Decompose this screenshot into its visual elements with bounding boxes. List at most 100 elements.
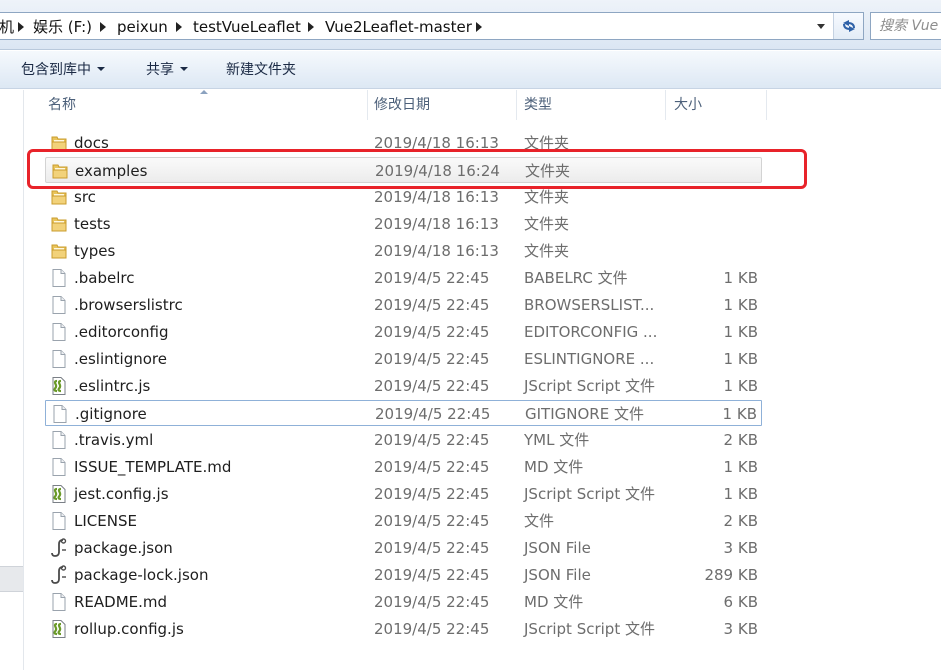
file-type: ESLINTIGNORE ...: [524, 350, 655, 368]
search-input[interactable]: [879, 16, 941, 36]
file-row[interactable]: .babelrc 2019/4/5 22:45 BABELRC 文件 1 KB: [45, 265, 762, 291]
file-name: .editorconfig: [74, 323, 169, 341]
file-icon: [50, 430, 68, 450]
file-row[interactable]: types 2019/4/18 16:13 文件夹: [45, 238, 762, 264]
address-bar[interactable]: 机 娱乐 (F:) peixun testVueLeaflet Vue2Leaf…: [0, 12, 864, 40]
breadcrumb-separator-icon[interactable]: [303, 17, 319, 37]
script-icon: [50, 619, 68, 639]
file-name: .gitignore: [75, 405, 147, 423]
refresh-icon: [843, 20, 855, 32]
breadcrumb-separator-icon[interactable]: [95, 17, 111, 37]
include-in-library-button[interactable]: 包含到库中: [21, 60, 105, 80]
file-size: 1 KB: [723, 350, 758, 368]
column-header-date[interactable]: 修改日期: [374, 90, 430, 120]
column-divider[interactable]: [665, 90, 666, 120]
file-name: types: [74, 242, 116, 260]
file-icon: [51, 404, 69, 424]
refresh-button[interactable]: [833, 13, 863, 39]
column-divider[interactable]: [367, 90, 368, 120]
file-date: 2019/4/5 22:45: [374, 512, 490, 530]
file-date: 2019/4/18 16:13: [374, 242, 499, 260]
file-row[interactable]: .eslintrc.js 2019/4/5 22:45 JScript Script…: [45, 373, 762, 399]
file-row[interactable]: docs 2019/4/18 16:13 文件夹: [45, 130, 762, 156]
file-type: YML 文件: [524, 431, 590, 449]
file-date: 2019/4/5 22:45: [374, 377, 490, 395]
file-type: JSON File: [524, 566, 591, 584]
sort-ascending-icon: [200, 90, 208, 94]
breadcrumb-separator-icon[interactable]: [171, 17, 187, 37]
file-icon: [50, 322, 68, 342]
file-size: 3 KB: [723, 539, 758, 557]
navigation-pane[interactable]: [0, 90, 24, 670]
file-size: 289 KB: [704, 566, 758, 584]
file-name: jest.config.js: [74, 485, 169, 503]
file-name: .browserslistrc: [74, 296, 183, 314]
breadcrumb-peixun[interactable]: peixun: [117, 17, 168, 37]
file-date: 2019/4/18 16:13: [374, 134, 499, 152]
column-header-size[interactable]: 大小: [674, 90, 702, 120]
file-type: 文件: [524, 512, 555, 530]
file-date: 2019/4/5 22:45: [374, 323, 490, 341]
column-headers: 名称 修改日期 类型 大小: [25, 90, 941, 120]
file-type: GITIGNORE 文件: [525, 405, 644, 423]
file-name: ISSUE_TEMPLATE.md: [74, 458, 232, 476]
file-size: 3 KB: [723, 620, 758, 638]
file-row[interactable]: tests 2019/4/18 16:13 文件夹: [45, 211, 762, 237]
breadcrumb-vue2leaflet-master[interactable]: Vue2Leaflet-master: [325, 17, 472, 37]
file-row[interactable]: .browserslistrc 2019/4/5 22:45 BROWSERSLIS…: [45, 292, 762, 318]
file-name: examples: [75, 162, 148, 180]
file-size: 1 KB: [723, 269, 758, 287]
navigation-selected-item[interactable]: [0, 566, 23, 592]
file-row[interactable]: package.json 2019/4/5 22:45 JSON File 3 KB: [45, 535, 762, 561]
file-size: 1 KB: [723, 485, 758, 503]
new-folder-label: 新建文件夹: [226, 62, 296, 78]
new-folder-button[interactable]: 新建文件夹: [226, 60, 296, 80]
file-row[interactable]: .eslintignore 2019/4/5 22:45 ESLINTIGNORE …: [45, 346, 762, 372]
file-type: JScript Script 文件: [524, 377, 655, 395]
address-bar-region: 机 娱乐 (F:) peixun testVueLeaflet Vue2Leaf…: [0, 0, 941, 50]
file-size: 1 KB: [722, 405, 757, 423]
chevron-down-icon: [180, 67, 188, 71]
file-icon: [50, 268, 68, 288]
script-icon: [50, 376, 68, 396]
address-history-dropdown-icon[interactable]: [811, 13, 831, 39]
file-row[interactable]: package-lock.json 2019/4/5 22:45 JSON File…: [45, 562, 762, 588]
file-date: 2019/4/5 22:45: [374, 593, 490, 611]
column-divider[interactable]: [766, 90, 767, 120]
column-header-type[interactable]: 类型: [524, 90, 552, 120]
search-box[interactable]: [870, 12, 941, 40]
file-size: 1 KB: [723, 458, 758, 476]
breadcrumb-computer[interactable]: 机: [0, 17, 14, 37]
file-size: 1 KB: [723, 323, 758, 341]
breadcrumb-separator-icon[interactable]: [471, 17, 487, 37]
file-row[interactable]: jest.config.js 2019/4/5 22:45 JScript Scri…: [45, 481, 762, 507]
breadcrumb-testvueleaflet[interactable]: testVueLeaflet: [193, 17, 301, 37]
file-row[interactable]: src 2019/4/18 16:13 文件夹: [45, 184, 762, 210]
file-icon: [50, 457, 68, 477]
breadcrumb-drive[interactable]: 娱乐 (F:): [33, 17, 92, 37]
file-type: 文件夹: [524, 188, 570, 206]
column-divider[interactable]: [516, 90, 517, 120]
breadcrumb-separator-icon[interactable]: [13, 17, 29, 37]
file-row[interactable]: ISSUE_TEMPLATE.md 2019/4/5 22:45 MD 文件 1 KB: [45, 454, 762, 480]
file-type: 文件夹: [524, 242, 570, 260]
column-header-name[interactable]: 名称: [48, 90, 76, 120]
file-size: 1 KB: [723, 377, 758, 395]
file-row[interactable]: .travis.yml 2019/4/5 22:45 YML 文件 2 KB: [45, 427, 762, 453]
chevron-down-icon: [97, 67, 105, 71]
json-icon: [50, 565, 68, 585]
file-row[interactable]: .editorconfig 2019/4/5 22:45 EDITORCONFIG …: [45, 319, 762, 345]
file-type: JScript Script 文件: [524, 485, 655, 503]
file-type: JScript Script 文件: [524, 620, 655, 638]
file-row[interactable]: examples 2019/4/18 16:24 文件夹: [45, 157, 762, 183]
file-row[interactable]: LICENSE 2019/4/5 22:45 文件 2 KB: [45, 508, 762, 534]
file-row[interactable]: README.md 2019/4/5 22:45 MD 文件 6 KB: [45, 589, 762, 615]
file-row[interactable]: rollup.config.js 2019/4/5 22:45 JScript Sc…: [45, 616, 762, 642]
file-date: 2019/4/5 22:45: [374, 620, 490, 638]
file-row[interactable]: .gitignore 2019/4/5 22:45 GITIGNORE 文件 1 KB: [45, 400, 762, 426]
include-in-library-label: 包含到库中: [21, 62, 91, 78]
file-date: 2019/4/18 16:13: [374, 188, 499, 206]
share-label: 共享: [146, 62, 174, 78]
share-button[interactable]: 共享: [146, 60, 188, 80]
file-name: .babelrc: [74, 269, 135, 287]
